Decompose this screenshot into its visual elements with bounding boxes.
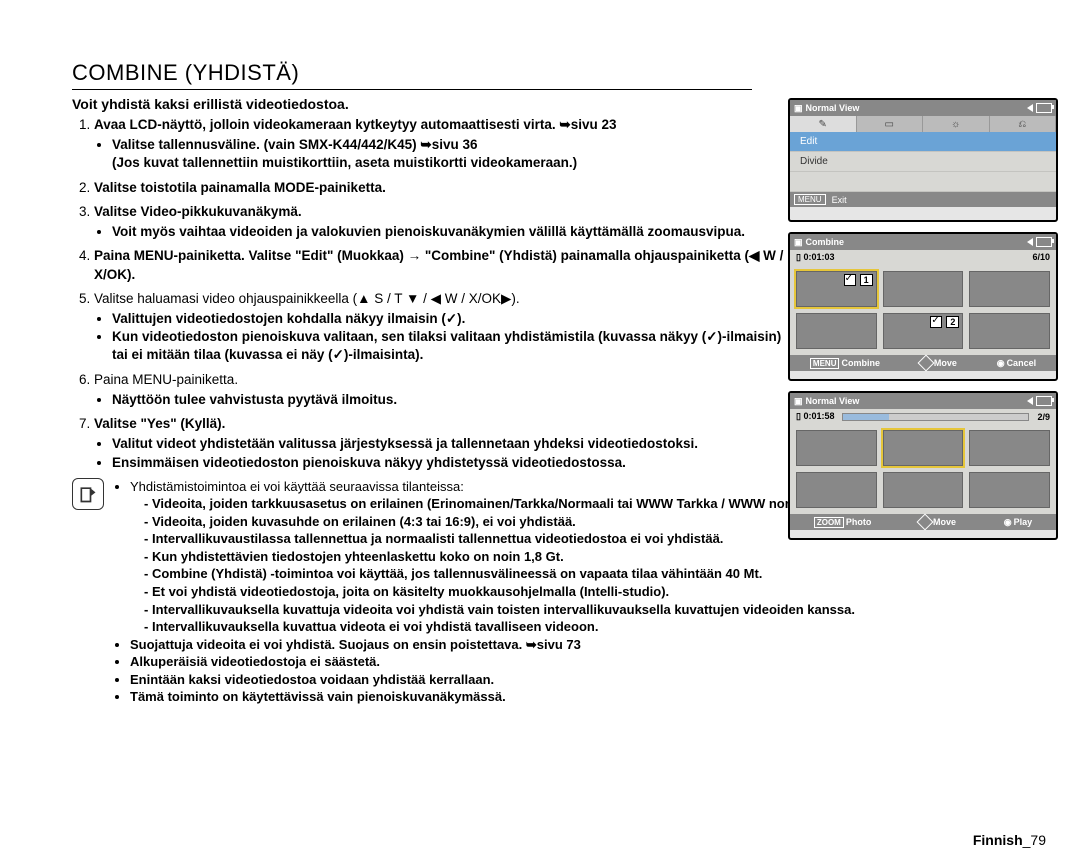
footer-page: 79 <box>1030 832 1046 848</box>
photo-action[interactable]: Photo <box>846 517 872 527</box>
substep-item: Valitut videot yhdistetään valitussa jär… <box>112 435 794 453</box>
thumb-badge: 2 <box>946 316 959 328</box>
dpad-icon <box>917 355 934 372</box>
thumb-4[interactable] <box>796 313 877 349</box>
screen1-title: Normal View <box>806 103 1024 113</box>
note-icon <box>72 478 104 510</box>
thumb-3[interactable] <box>969 271 1050 307</box>
left-arrow-icon <box>1027 104 1033 112</box>
combine-action[interactable]: Combine <box>841 358 880 368</box>
notes-lead: Yhdistämistoimintoa ei voi käyttää seura… <box>130 479 464 494</box>
play-icon: ▣ <box>794 103 803 114</box>
thumb-1[interactable]: 1 <box>796 271 877 307</box>
battery-icon <box>1036 103 1052 113</box>
screen-edit-menu: ▣Normal View ✎ ▭ ☼ ⎌ Edit Divide MENU Exi… <box>788 98 1058 222</box>
counter-label: 6/10 <box>1032 252 1050 263</box>
time-label: ▯ 0:01:58 <box>796 411 834 422</box>
step-item: Paina MENU-painiketta.Näyttöön tulee vah… <box>94 371 794 409</box>
time-label: ▯ 0:01:03 <box>796 252 834 263</box>
progress-bar <box>842 413 1029 421</box>
note-bullet-item: Suojattuja videoita ei voi yhdistä. Suoj… <box>130 636 928 654</box>
note-bullet-item: Tämä toiminto on käytettävissä vain pien… <box>130 688 928 706</box>
thumb[interactable] <box>969 472 1050 508</box>
menu-item-edit[interactable]: Edit <box>790 132 1056 152</box>
note-dash-item: Kun yhdistettävien tiedostojen yhteenlas… <box>144 548 928 566</box>
thumb[interactable] <box>796 472 877 508</box>
footer-lang: Finnish <box>973 832 1023 848</box>
thumb[interactable] <box>883 472 964 508</box>
page-footer: Finnish_79 <box>973 832 1046 848</box>
move-action[interactable]: Move <box>934 358 957 368</box>
step-item: Avaa LCD-näyttö, jolloin videokameraan k… <box>94 116 794 173</box>
thumbnail-grid: 1 2 <box>790 265 1056 355</box>
step-item: Valitse toistotila painamalla MODE-paini… <box>94 179 794 197</box>
play-icon: ▣ <box>794 237 803 248</box>
menu-key-label: MENU <box>810 358 840 369</box>
camera-screens: ▣Normal View ✎ ▭ ☼ ⎌ Edit Divide MENUExi… <box>788 98 1058 550</box>
note-bullet-item: Enintään kaksi videotiedostoa voidaan yh… <box>130 671 928 689</box>
note-dash-item: Et voi yhdistä videotiedostoja, joita on… <box>144 583 928 601</box>
play-icon: ▣ <box>794 396 803 407</box>
cancel-action[interactable]: Cancel <box>1007 358 1037 368</box>
check-icon <box>930 316 942 328</box>
steps-list: Avaa LCD-näyttö, jolloin videokameraan k… <box>72 116 794 472</box>
tab-4[interactable]: ⎌ <box>990 116 1057 132</box>
left-arrow-icon <box>1027 397 1033 405</box>
zoom-key-label: ZOOM <box>814 517 844 528</box>
battery-icon <box>1036 237 1052 247</box>
step-item: Paina MENU-painiketta. Valitse "Edit" (M… <box>94 247 794 283</box>
check-icon <box>844 274 856 286</box>
step-item: Valitse Video-pikkukuvanäkymä.Voit myös … <box>94 203 794 241</box>
substep-item: Ensimmäisen videotiedoston pienoiskuva n… <box>112 454 794 472</box>
menu-key-label: MENU <box>794 194 826 205</box>
thumb-selected[interactable] <box>883 430 964 466</box>
thumb-badge: 1 <box>860 274 873 286</box>
note-bullet-item: Alkuperäisiä videotiedostoja ei säästetä… <box>130 653 928 671</box>
tab-edit-icon[interactable]: ✎ <box>790 116 857 132</box>
substep-item: Voit myös vaihtaa videoiden ja valokuvie… <box>112 223 794 241</box>
screen-combine: ▣Combine ▯ 0:01:036/10 1 2 MENU Combine … <box>788 232 1058 381</box>
substep-item: Kun videotiedoston pienoiskuva valitaan,… <box>112 328 794 364</box>
note-dash-item: Combine (Yhdistä) -toimintoa voi käyttää… <box>144 565 928 583</box>
menu-item-divide[interactable]: Divide <box>790 152 1056 172</box>
substep-item: Valitse tallennusväline. (vain SMX-K44/4… <box>112 136 794 172</box>
thumb[interactable] <box>969 430 1050 466</box>
thumb-5[interactable]: 2 <box>883 313 964 349</box>
page-title: COMBINE (YHDISTÄ) <box>72 60 752 90</box>
move-action[interactable]: Move <box>933 517 956 527</box>
note-dash-item: Intervallikuvauksella kuvattuja videoita… <box>144 601 928 619</box>
menu-item-blank <box>790 172 1056 192</box>
step-item: Valitse "Yes" (Kyllä).Valitut videot yhd… <box>94 415 794 472</box>
note-dash-item: Intervallikuvauksella kuvattua videota e… <box>144 618 928 636</box>
substep-item: Näyttöön tulee vahvistusta pyytävä ilmoi… <box>112 391 794 409</box>
thumbnail-grid <box>790 424 1056 514</box>
screen3-title: Normal View <box>806 396 1024 406</box>
thumb[interactable] <box>796 430 877 466</box>
screen-normal-view: ▣Normal View ▯ 0:01:58 2/9 ZOOM Photo Mov… <box>788 391 1058 540</box>
play-action[interactable]: Play <box>1014 517 1033 527</box>
dpad-icon <box>917 514 934 531</box>
step-item: Valitse haluamasi video ohjauspainikkeel… <box>94 290 794 365</box>
screen2-title: Combine <box>806 237 1024 247</box>
thumb-2[interactable] <box>883 271 964 307</box>
tab-2[interactable]: ▭ <box>857 116 924 132</box>
battery-icon <box>1036 396 1052 406</box>
exit-label[interactable]: Exit <box>832 195 847 205</box>
counter-label: 2/9 <box>1037 412 1050 422</box>
substep-item: Valittujen videotiedostojen kohdalla näk… <box>112 310 794 328</box>
thumb-6[interactable] <box>969 313 1050 349</box>
left-arrow-icon <box>1027 238 1033 246</box>
tab-3[interactable]: ☼ <box>923 116 990 132</box>
